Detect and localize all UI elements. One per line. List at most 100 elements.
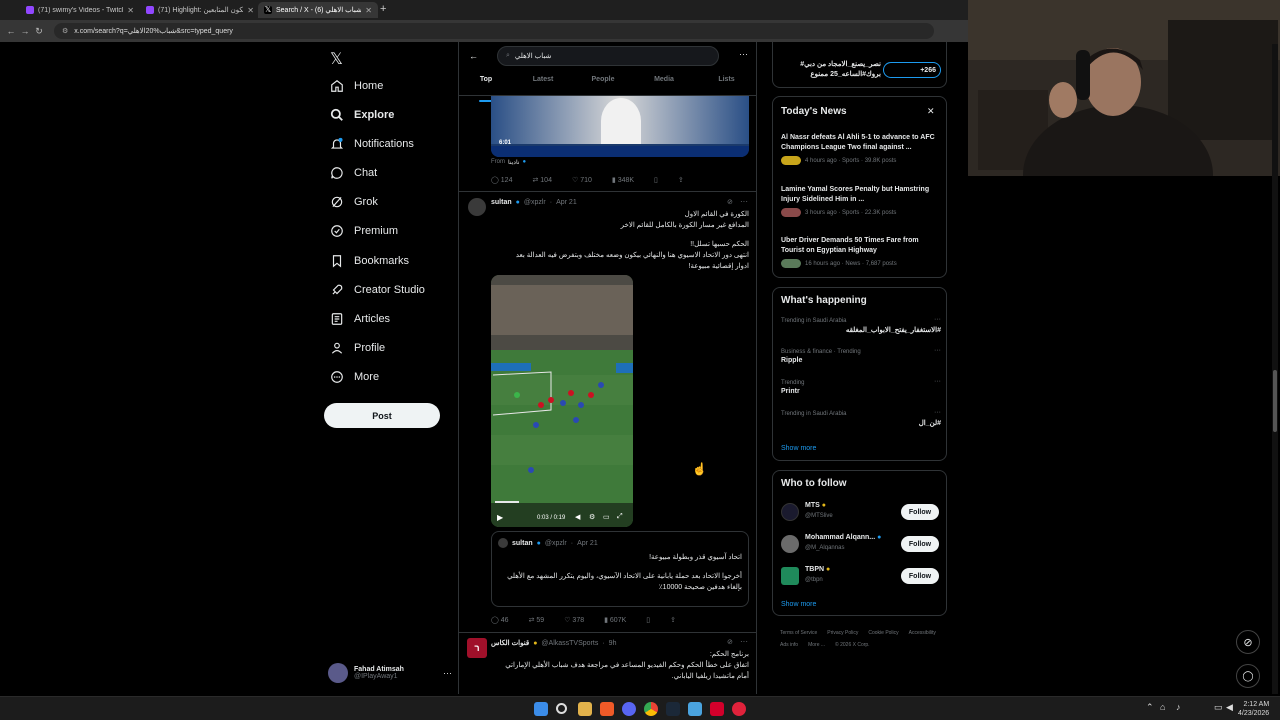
ellipsis-icon[interactable]: ··· xyxy=(443,668,452,678)
nav-profile[interactable]: Profile xyxy=(330,336,385,360)
nav-articles[interactable]: Articles xyxy=(330,307,390,331)
footer-link[interactable]: More ... xyxy=(808,639,825,651)
repost-button[interactable]: ⇄ 59 xyxy=(529,616,545,624)
reply-button[interactable]: ◯ 124 xyxy=(491,176,512,184)
footer-link[interactable]: Ads info xyxy=(780,639,798,651)
app-icon[interactable] xyxy=(732,702,746,716)
trend-topic[interactable]: نصر_يصنع_الامجاد من دبي# بروك#الساعه_25 … xyxy=(781,60,881,80)
nav-grok[interactable]: Grok xyxy=(330,190,378,214)
follow-button[interactable]: Follow xyxy=(901,504,939,520)
url-field[interactable]: ⚙ x.com/search?q=شباب%20الاهلي&src=typed… xyxy=(54,23,934,39)
author-handle[interactable]: @xpzlr xyxy=(524,199,546,206)
close-tab-icon[interactable]: ✕ xyxy=(247,6,254,15)
footer-link[interactable]: Privacy Policy xyxy=(827,627,858,639)
nav-premium[interactable]: Premium xyxy=(330,219,398,243)
nav-explore[interactable]: Explore xyxy=(330,103,394,127)
browser-tab[interactable]: (71) Highlight: رايكون المتابعين ✕ xyxy=(140,2,260,18)
news-item[interactable]: Uber Driver Demands 50 Times Fare from T… xyxy=(781,236,941,268)
trend-item[interactable]: Business & finance · Trending Ripple ··· xyxy=(781,347,941,364)
follow-button[interactable]: Follow xyxy=(901,536,939,552)
bookmark-icon[interactable]: ▯ xyxy=(654,176,658,184)
share-icon[interactable]: ⇪ xyxy=(670,616,676,624)
app-icon[interactable] xyxy=(688,702,702,716)
bookmark-icon[interactable]: ▯ xyxy=(646,616,650,624)
nav-creator-studio[interactable]: Creator Studio xyxy=(330,278,425,302)
close-tab-icon[interactable]: ✕ xyxy=(365,6,372,15)
back-icon[interactable]: ← xyxy=(4,26,18,36)
trend-item[interactable]: Trending in Saudi Arabia #لن_ال ··· xyxy=(781,409,941,427)
search-icon[interactable] xyxy=(556,703,567,714)
volume-icon[interactable]: ◀ xyxy=(1226,702,1233,713)
trend-item[interactable]: Trending Printr ··· xyxy=(781,378,941,395)
follow-suggestion[interactable]: TBPN ● @tbpn Follow xyxy=(781,565,941,587)
messages-fab-icon[interactable]: ◯ xyxy=(1236,664,1260,688)
tray-icon[interactable]: ⌂ xyxy=(1160,702,1165,712)
search-input[interactable]: ⌕ شباب الاهلي xyxy=(497,46,719,66)
like-button[interactable]: ♡ 378 xyxy=(564,616,584,624)
scrollbar-thumb[interactable] xyxy=(1273,370,1277,432)
grok-icon[interactable]: ⊘ xyxy=(727,638,733,646)
search-more-icon[interactable]: ··· xyxy=(739,49,748,59)
post-button[interactable]: Post xyxy=(324,403,440,428)
account-switcher[interactable]: Fahad Atimsah @IPlayAway1 ··· xyxy=(328,660,452,686)
author-name[interactable]: قنوات الكاس xyxy=(491,639,529,647)
chrome-icon[interactable] xyxy=(644,702,658,716)
reply-button[interactable]: ◯ 46 xyxy=(491,616,509,624)
tray-chevron-icon[interactable]: ⌃ xyxy=(1146,702,1154,713)
pip-icon[interactable]: ▭ xyxy=(603,513,610,521)
x-logo-icon[interactable]: 𝕏 xyxy=(330,49,343,69)
browser-tab[interactable]: (71) swimy's Videos - Twitch ✕ xyxy=(20,2,140,18)
fullscreen-icon[interactable]: ⤢ xyxy=(617,513,623,521)
discord-icon[interactable] xyxy=(622,702,636,716)
tweet-more-icon[interactable]: ··· xyxy=(740,197,748,206)
follow-button[interactable]: Follow xyxy=(901,568,939,584)
microphone-icon[interactable]: ♪ xyxy=(1176,702,1181,712)
tab-lists[interactable]: Lists xyxy=(695,76,756,96)
tweet-more-icon[interactable]: ··· xyxy=(740,637,748,646)
play-icon[interactable]: ▶ xyxy=(497,513,503,522)
nav-chat[interactable]: Chat xyxy=(330,161,377,185)
author-name[interactable]: sultan xyxy=(491,199,512,206)
footer-link[interactable]: Terms of Service xyxy=(780,627,817,639)
show-more-link[interactable]: Show more xyxy=(781,445,816,452)
app-icon[interactable] xyxy=(710,702,724,716)
tab-media[interactable]: Media xyxy=(633,76,695,96)
grok-icon[interactable]: ⊘ xyxy=(727,198,733,206)
grok-fab-icon[interactable]: ⊘ xyxy=(1236,630,1260,654)
tweet-date[interactable]: Apr 21 xyxy=(556,199,577,206)
forward-icon[interactable]: → xyxy=(18,26,32,36)
tweet-video[interactable]: ▶ 0:03 / 0:19 ◀ ⚙ ▭ ⤢ xyxy=(491,275,633,527)
trend-more-icon[interactable]: ··· xyxy=(934,409,941,416)
share-icon[interactable]: ⇪ xyxy=(678,176,684,184)
follow-suggestion[interactable]: MTS ● @MTSlive Follow xyxy=(781,501,941,523)
news-item[interactable]: Lamine Yamal Scores Penalty but Hamstrin… xyxy=(781,185,941,217)
start-icon[interactable] xyxy=(534,702,548,716)
volume-icon[interactable]: ◀ xyxy=(575,513,580,521)
nav-more[interactable]: More xyxy=(330,365,379,389)
follow-suggestion[interactable]: Mohammad Alqann... ● @M_Alqannas Follow xyxy=(781,533,941,555)
tweet-video-thumbnail[interactable]: 6:01 xyxy=(491,96,749,157)
views-button[interactable]: ▮ 607K xyxy=(604,616,626,624)
author-handle[interactable]: @AlkassTVSports xyxy=(541,640,598,647)
back-arrow-icon[interactable]: ← xyxy=(469,51,478,61)
tab-latest[interactable]: Latest xyxy=(513,76,573,96)
quoted-tweet[interactable]: sultan ● @xpzlr · Apr 21 اتحاد آسيوي قذر… xyxy=(491,531,749,607)
footer-link[interactable]: Accessibility xyxy=(909,627,936,639)
nav-bookmarks[interactable]: Bookmarks xyxy=(330,249,409,273)
trend-more-icon[interactable]: ··· xyxy=(934,316,941,323)
close-tab-icon[interactable]: ✕ xyxy=(127,6,134,15)
reload-icon[interactable]: ↻ xyxy=(32,26,46,37)
file-explorer-icon[interactable] xyxy=(578,702,592,716)
tweet-date[interactable]: 9h xyxy=(609,640,617,647)
nav-home[interactable]: Home xyxy=(330,74,383,98)
trend-more-icon[interactable]: ··· xyxy=(934,378,941,385)
steam-icon[interactable] xyxy=(666,702,680,716)
trend-item[interactable]: Trending in Saudi Arabia #الاستغفار_يفتح… xyxy=(781,316,941,334)
new-tab-icon[interactable]: + xyxy=(380,3,386,15)
page-scrollbar[interactable] xyxy=(1272,44,1278,694)
avatar[interactable]: ר xyxy=(467,638,487,658)
avatar[interactable] xyxy=(468,198,486,216)
settings-icon[interactable]: ⚙ xyxy=(589,513,595,521)
brave-icon[interactable] xyxy=(600,702,614,716)
repost-button[interactable]: ⇄ 104 xyxy=(532,176,552,184)
